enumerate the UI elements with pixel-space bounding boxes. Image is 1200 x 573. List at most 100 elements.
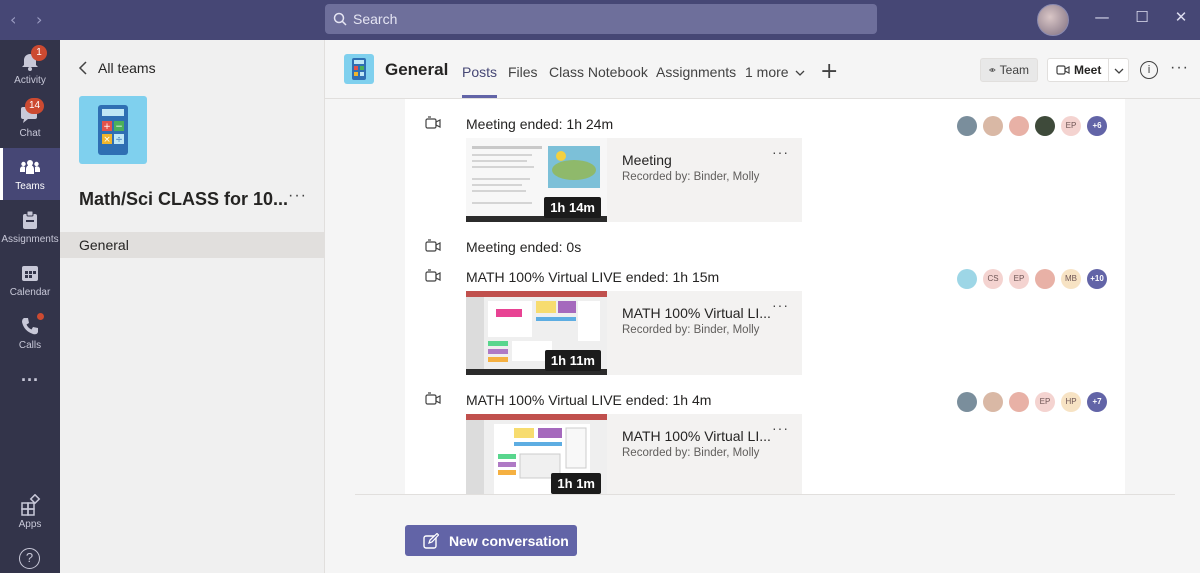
meeting-status-text: Meeting ended: 0s [466,239,582,255]
meet-button[interactable]: Meet [1047,58,1129,82]
more-icon: ··· [21,370,39,390]
rail-item-calendar[interactable]: Calendar [0,254,60,306]
participant-list: EP HP +7 [957,392,1107,412]
recording-thumbnail[interactable]: 1h 11m [466,291,607,375]
meet-button-label: Meet [1074,63,1102,77]
tab-more[interactable]: 1 more [745,64,805,80]
chat-icon: 14 [19,98,45,125]
all-teams-link[interactable]: All teams [78,60,156,76]
chevron-down-icon [796,70,805,76]
team-logo: + − × ÷ [79,96,147,164]
rail-label-calendar: Calendar [9,287,51,298]
participant-avatar[interactable] [1035,116,1055,136]
more-participants-badge[interactable]: +7 [1087,392,1107,412]
eye-icon [989,68,996,72]
channel-title: General [385,60,449,79]
recording-thumbnail[interactable]: 1h 14m [466,138,607,222]
chat-badge: 14 [25,98,45,114]
chevron-left-icon [78,61,87,75]
help-icon[interactable]: ? [19,548,40,569]
participant-avatar[interactable] [1009,116,1029,136]
close-icon[interactable]: ✕ [1169,8,1193,30]
recording-duration: 1h 11m [544,350,601,371]
team-panel: All teams + − × ÷ Math/Sci CLASS for 10.… [60,40,325,573]
participant-avatar[interactable]: EP [1061,116,1081,136]
tab-class-notebook[interactable]: Class Notebook [549,64,648,80]
rail-item-teams[interactable]: Teams [0,148,60,200]
channel-item-general[interactable]: General [60,232,325,258]
maximize-icon[interactable]: ☐ [1130,8,1154,30]
recording-title: MATH 100% Virtual LI... [622,305,771,321]
recording-more-options-icon[interactable]: ··· [772,144,789,160]
team-button[interactable]: Team [980,58,1038,82]
rail-label-calls: Calls [18,340,42,351]
rail-more-button[interactable]: ··· [0,370,60,422]
rail-label-activity: Activity [14,75,46,86]
search-input[interactable]: Search [325,4,877,34]
meeting-camera-icon [425,392,441,405]
rail-item-activity[interactable]: 1 Activity [0,42,60,94]
participant-avatar[interactable]: EP [1009,269,1029,289]
recording-thumbnail[interactable]: 1h 1m [466,414,607,494]
info-icon[interactable]: i [1140,61,1158,79]
svg-text:÷: ÷ [115,135,123,145]
tab-assignments[interactable]: Assignments [656,64,736,80]
app-rail: 1 Activity 14 Chat Teams Assignments Cal… [0,40,60,573]
participant-avatar[interactable]: CS [983,269,1003,289]
recording-subtitle: Recorded by: Binder, Molly [622,447,760,459]
participant-avatar[interactable]: HP [1061,392,1081,412]
chevron-down-icon[interactable] [1114,67,1124,75]
video-camera-icon [1056,65,1070,75]
recording-more-options-icon[interactable]: ··· [772,420,789,436]
participant-avatar[interactable]: MB [1061,269,1081,289]
meet-divider [1108,59,1109,81]
meeting-status-text: MATH 100% Virtual LIVE ended: 1h 15m [466,269,720,285]
recording-card[interactable]: 1h 14m Meeting Recorded by: Binder, Moll… [466,138,802,222]
participant-avatar[interactable] [957,269,977,289]
participant-avatar[interactable]: EP [1035,392,1055,412]
svg-text:−: − [115,122,123,132]
participant-avatar[interactable] [957,116,977,136]
activity-badge: 1 [31,45,47,61]
back-arrow-icon[interactable]: ‹ [10,10,16,29]
new-conversation-button[interactable]: New conversation [405,525,577,556]
more-participants-badge[interactable]: +10 [1087,269,1107,289]
forward-arrow-icon[interactable]: › [36,10,42,29]
search-icon [333,12,347,26]
svg-text:×: × [103,135,111,145]
new-conversation-label: New conversation [449,532,569,549]
rail-label-teams: Teams [15,181,45,192]
tab-posts[interactable]: Posts [462,64,498,98]
search-placeholder: Search [353,11,398,27]
meeting-status-text: MATH 100% Virtual LIVE ended: 1h 4m [466,392,712,408]
team-button-label: Team [999,63,1029,77]
header-more-options-icon[interactable]: ··· [1170,59,1189,77]
participant-avatar[interactable] [983,392,1003,412]
participant-avatar[interactable] [957,392,977,412]
participant-avatar[interactable] [983,116,1003,136]
team-more-options-icon[interactable]: ··· [288,187,307,205]
posts-feed: Meeting ended: 1h 24m EP +6 1h 14m Meeti… [405,99,1125,494]
rail-item-apps[interactable]: Apps [0,486,60,538]
more-participants-badge[interactable]: +6 [1087,116,1107,136]
calls-notification-dot [37,313,44,320]
team-name: Math/Sci CLASS for 10... [79,189,289,209]
user-avatar[interactable] [1037,4,1069,36]
rail-item-chat[interactable]: 14 Chat [0,95,60,147]
participant-avatar[interactable] [1035,269,1055,289]
recording-card[interactable]: 1h 11m MATH 100% Virtual LI... Recorded … [466,291,802,375]
recording-card[interactable]: 1h 1m MATH 100% Virtual LI... Recorded b… [466,414,802,494]
rail-item-assignments[interactable]: Assignments [0,201,60,253]
svg-text:+: + [103,122,111,132]
meeting-camera-icon [425,116,441,129]
rail-item-calls[interactable]: Calls [0,307,60,359]
recording-duration: 1h 14m [544,197,601,218]
recording-more-options-icon[interactable]: ··· [772,297,789,313]
minimize-icon[interactable]: — [1090,8,1114,30]
teams-icon [19,156,41,178]
add-tab-icon[interactable]: + [820,59,838,84]
tab-files[interactable]: Files [508,64,538,80]
meeting-camera-icon [425,239,441,252]
channel-team-icon [344,54,374,84]
participant-avatar[interactable] [1009,392,1029,412]
